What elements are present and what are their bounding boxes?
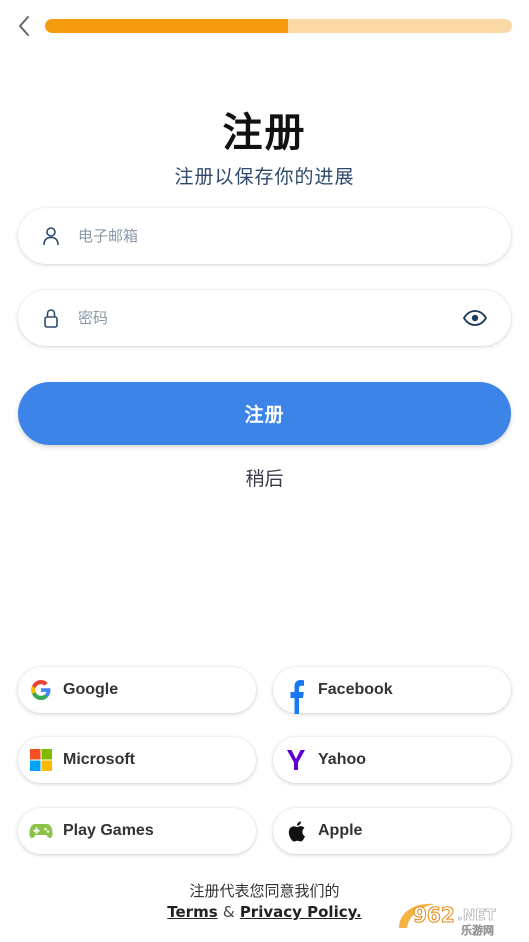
password-field[interactable] <box>18 290 511 346</box>
chevron-left-icon <box>19 16 29 36</box>
lock-icon <box>40 307 62 329</box>
yahoo-icon <box>284 748 308 772</box>
terms-link[interactable]: Terms <box>167 903 217 921</box>
svg-text:.NET: .NET <box>457 906 496 924</box>
watermark: 962 .NET 乐游网 <box>395 898 523 938</box>
apple-signin-button[interactable]: Apple <box>273 808 511 854</box>
svg-text:乐游网: 乐游网 <box>461 923 494 937</box>
user-icon <box>40 225 62 247</box>
google-signin-button[interactable]: Google <box>18 667 256 713</box>
playgames-signin-button[interactable]: Play Games <box>18 808 256 854</box>
apple-icon <box>284 819 308 843</box>
register-button[interactable]: 注册 <box>18 382 511 445</box>
svg-text:962: 962 <box>413 903 455 927</box>
social-label: Play Games <box>63 822 154 839</box>
yahoo-signin-button[interactable]: Yahoo <box>273 737 511 783</box>
email-field[interactable] <box>18 208 511 264</box>
microsoft-icon <box>29 748 53 772</box>
password-input[interactable] <box>78 298 461 338</box>
google-icon <box>29 678 53 702</box>
and-separator: & <box>222 903 235 921</box>
progress-fill <box>45 19 288 33</box>
facebook-signin-button[interactable]: Facebook <box>273 667 511 714</box>
social-label: Microsoft <box>63 751 135 768</box>
progress-bar <box>45 19 512 33</box>
social-label: Facebook <box>318 681 393 698</box>
facebook-icon <box>284 678 308 714</box>
back-button[interactable] <box>12 12 36 40</box>
page-title: 注册 <box>222 110 307 156</box>
privacy-policy-link[interactable]: Privacy Policy. <box>240 903 362 921</box>
microsoft-signin-button[interactable]: Microsoft <box>18 737 256 783</box>
social-label: Google <box>63 681 119 698</box>
top-bar <box>0 0 529 52</box>
watermark-logo-icon: 962 .NET 乐游网 <box>399 903 497 937</box>
page-subtitle: 注册以保存你的进展 <box>174 166 355 188</box>
social-label: Apple <box>318 822 363 839</box>
show-password-toggle[interactable] <box>461 307 489 329</box>
social-label: Yahoo <box>318 751 367 768</box>
email-input[interactable] <box>78 216 511 256</box>
gamepad-icon <box>29 819 53 843</box>
eye-icon <box>463 310 487 326</box>
later-button[interactable]: 稍后 <box>0 464 529 491</box>
